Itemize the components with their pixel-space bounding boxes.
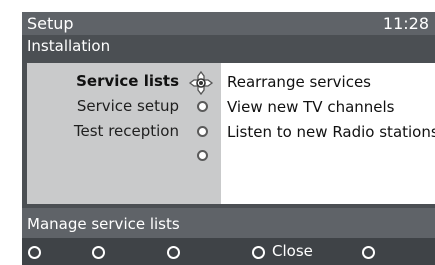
menu-body: Service lists Service setup Test recepti… bbox=[22, 57, 435, 208]
help-text: Manage service lists bbox=[27, 215, 180, 233]
option-button-1-icon[interactable] bbox=[28, 246, 41, 259]
breadcrumb-bar: Installation bbox=[22, 35, 435, 57]
title-bar: Setup 11:28 bbox=[22, 12, 435, 35]
menu-item-bullet-icon bbox=[197, 126, 208, 137]
remote-button-bar: Close bbox=[22, 238, 435, 265]
submenu-panel: Rearrange services View new TV channels … bbox=[221, 63, 435, 204]
menu-item-service-lists[interactable]: Service lists bbox=[76, 72, 179, 90]
option-button-2-icon[interactable] bbox=[92, 246, 105, 259]
menu-item-test-reception[interactable]: Test reception bbox=[74, 122, 179, 140]
empty-menu-slot-bullet-icon[interactable] bbox=[197, 150, 208, 161]
menu-title: Setup bbox=[27, 14, 74, 33]
submenu-item-rearrange-services[interactable]: Rearrange services bbox=[227, 73, 371, 91]
clock: 11:28 bbox=[382, 14, 429, 33]
option-button-5-icon[interactable] bbox=[362, 246, 375, 259]
menu-item-service-setup[interactable]: Service setup bbox=[77, 97, 179, 115]
breadcrumb: Installation bbox=[27, 37, 111, 55]
submenu-item-listen-radio-stations[interactable]: Listen to new Radio stations bbox=[227, 123, 435, 141]
close-button-icon[interactable] bbox=[252, 246, 265, 259]
tv-menu-screen: Setup 11:28 Installation Service lists S… bbox=[0, 0, 435, 265]
close-button-label[interactable]: Close bbox=[272, 242, 313, 260]
option-button-3-icon[interactable] bbox=[167, 246, 180, 259]
menu-item-bullet-icon bbox=[197, 101, 208, 112]
help-text-bar: Manage service lists bbox=[22, 208, 435, 238]
navigation-cursor-icon bbox=[188, 70, 214, 96]
submenu-item-view-tv-channels[interactable]: View new TV channels bbox=[227, 98, 395, 116]
main-menu-panel: Service lists Service setup Test recepti… bbox=[27, 63, 221, 204]
